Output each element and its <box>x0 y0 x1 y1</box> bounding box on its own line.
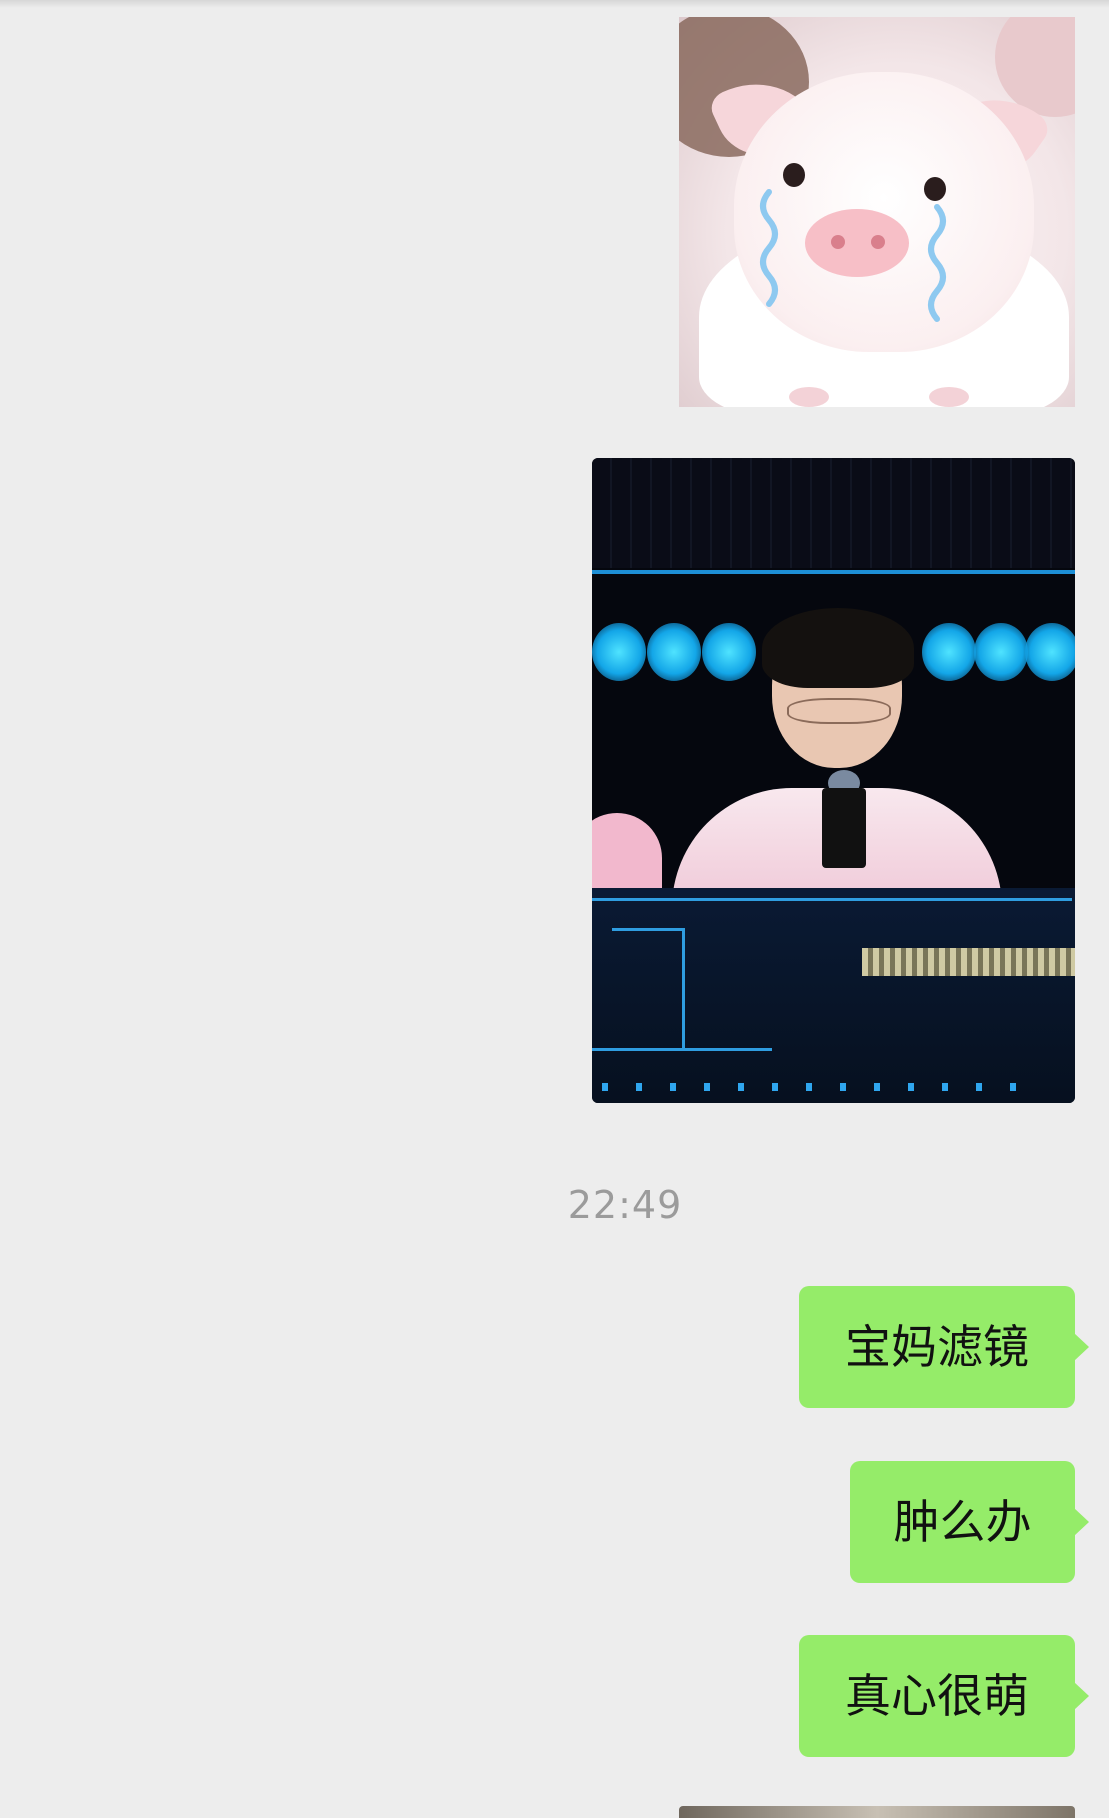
top-divider <box>0 0 1109 8</box>
glasses-icon <box>787 698 891 724</box>
message-bubble[interactable]: 肿么办 <box>850 1461 1089 1583</box>
stage-edge-lights <box>602 1083 1042 1091</box>
stage-photo-image[interactable] <box>592 458 1075 1103</box>
tears-icon <box>760 189 946 322</box>
stage-light <box>1025 623 1075 681</box>
stage-light <box>702 623 756 681</box>
stage-floor-line <box>592 898 1072 901</box>
stage-light <box>647 623 701 681</box>
stage-crowd <box>862 948 1075 976</box>
message-timestamp: 22:49 <box>567 1183 683 1227</box>
stage-floor-line <box>612 928 682 931</box>
stage-ceiling <box>592 458 1075 568</box>
pig-sticker-image[interactable] <box>679 17 1075 407</box>
message-bubble[interactable]: 宝妈滤镜 <box>799 1286 1089 1408</box>
stage-light-rail <box>592 570 1075 574</box>
stage-floor <box>592 888 1075 1103</box>
stage-light <box>974 623 1028 681</box>
stage-floor-line <box>592 1048 772 1051</box>
partial-image-message[interactable] <box>679 1806 1075 1818</box>
microphone-icon <box>822 788 866 868</box>
stage-floor-line <box>682 928 685 1048</box>
stage-light <box>922 623 976 681</box>
stage-light <box>592 623 646 681</box>
person-hair <box>762 608 914 688</box>
message-bubble[interactable]: 真心很萌 <box>799 1635 1089 1757</box>
